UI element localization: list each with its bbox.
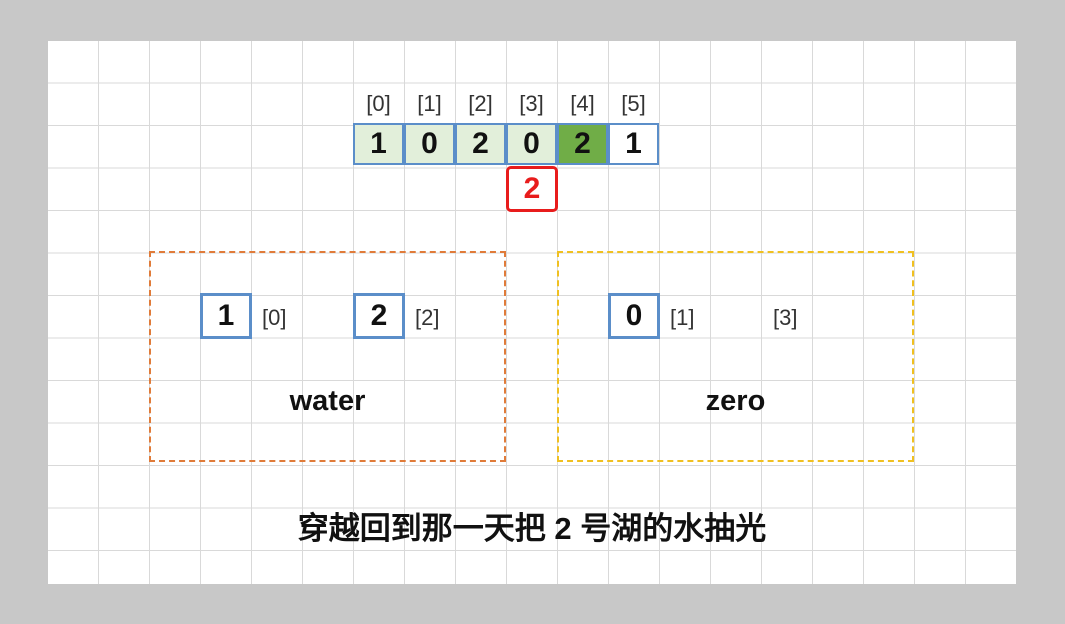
array-cell-3: 0	[506, 123, 557, 165]
array-cell-4: 2	[557, 123, 608, 165]
water-item-cell-1: 2	[353, 293, 405, 339]
zero-item-index-0: [1]	[670, 305, 695, 330]
array-cell-0: 1	[353, 123, 404, 165]
pointer-box: 2	[506, 166, 558, 212]
zero-group-box	[557, 251, 914, 462]
array-cell-5: 1	[608, 123, 659, 165]
array-cell-1: 0	[404, 123, 455, 165]
zero-extra-index: [3]	[773, 305, 798, 330]
array-index-0: [0]	[366, 91, 391, 116]
zero-group-title: zero	[705, 385, 766, 417]
array-cell-2: 2	[455, 123, 506, 165]
array-index-4: [4]	[570, 91, 595, 116]
water-item-index-0: [0]	[262, 305, 287, 330]
zero-item-cell-0: 0	[608, 293, 660, 339]
water-item-index-1: [2]	[415, 305, 440, 330]
array-index-1: [1]	[417, 91, 442, 116]
water-group-title: water	[289, 385, 366, 417]
diagram-canvas: [0] [1] [2] [3] [4] [5] 1 0 2 0 2 1 2 1 …	[48, 41, 1016, 584]
array-index-5: [5]	[621, 91, 646, 116]
water-item-cell-0: 1	[200, 293, 252, 339]
array-index-2: [2]	[468, 91, 493, 116]
water-group-box	[149, 251, 506, 462]
array-index-3: [3]	[519, 91, 544, 116]
caption-text: 穿越回到那一天把 2 号湖的水抽光	[297, 511, 767, 546]
